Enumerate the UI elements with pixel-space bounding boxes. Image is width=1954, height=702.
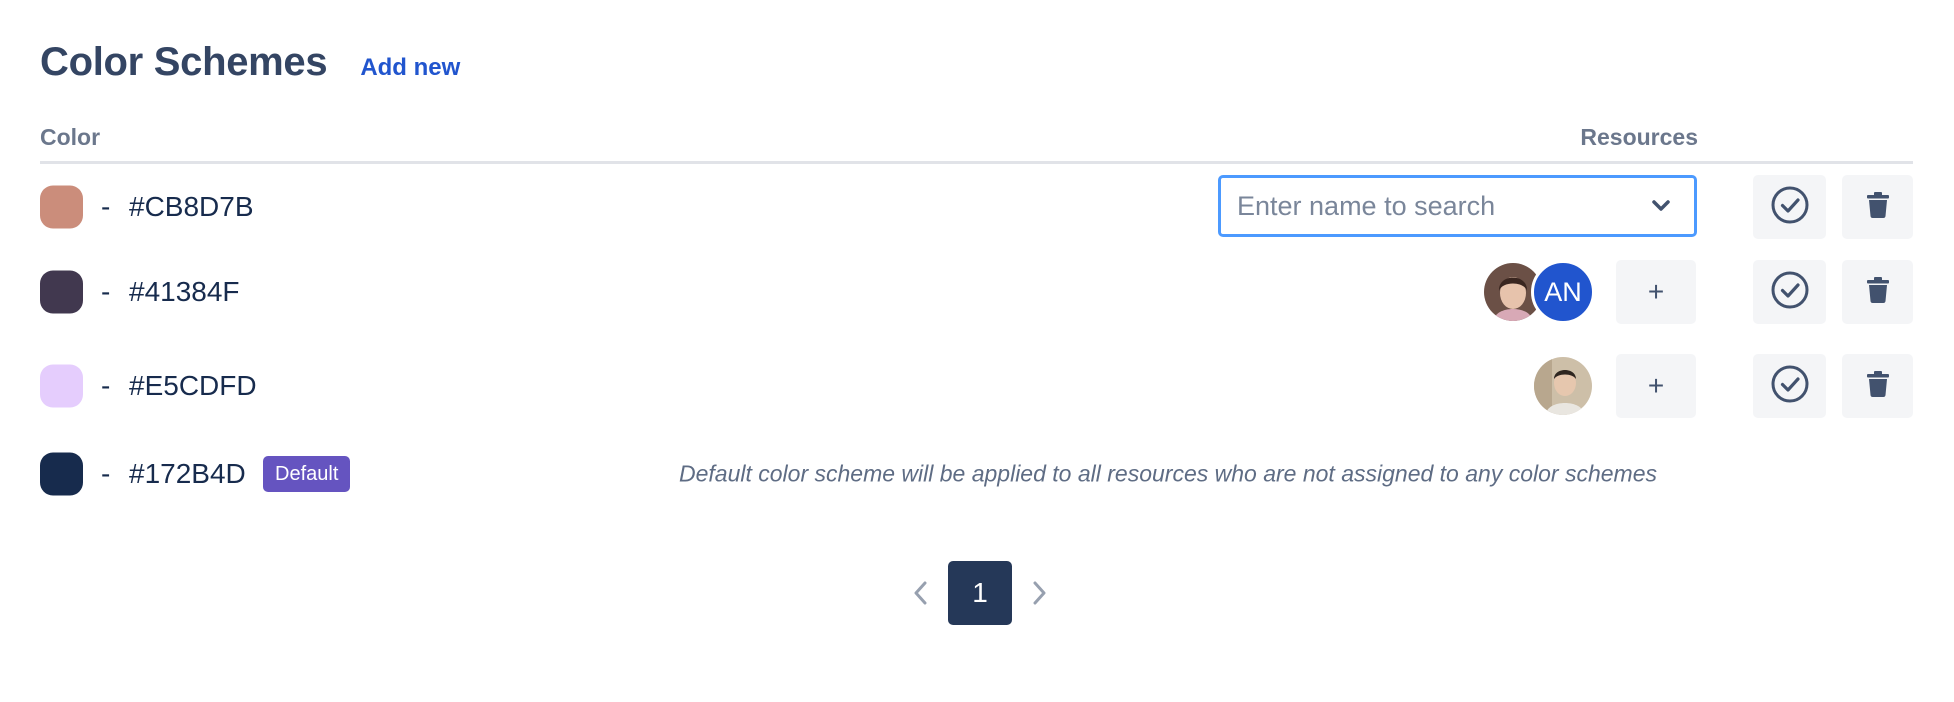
check-circle-icon bbox=[1770, 185, 1810, 230]
color-swatch bbox=[40, 185, 83, 229]
trash-icon bbox=[1866, 191, 1890, 223]
trash-icon bbox=[1866, 370, 1890, 402]
color-hex-value: #41384F bbox=[129, 276, 240, 307]
page-header: Color Schemes Add new bbox=[40, 40, 460, 85]
set-default-button[interactable] bbox=[1753, 260, 1826, 324]
resource-avatar-photo[interactable] bbox=[1531, 354, 1595, 418]
pagination: 1 bbox=[900, 561, 1060, 625]
color-swatch bbox=[40, 270, 83, 314]
color-hex-value: #172B4D bbox=[129, 458, 246, 489]
table-header-divider bbox=[40, 161, 1913, 164]
separator-dash: - bbox=[101, 370, 111, 401]
set-default-button[interactable] bbox=[1753, 354, 1826, 418]
page-number-current[interactable]: 1 bbox=[948, 561, 1012, 625]
resource-avatar-initials[interactable]: AN bbox=[1531, 260, 1595, 324]
plus-icon: + bbox=[1647, 370, 1665, 401]
default-scheme-note: Default color scheme will be applied to … bbox=[678, 460, 1657, 487]
scheme-row: - #E5CDFD + bbox=[40, 354, 1913, 418]
plus-icon: + bbox=[1647, 276, 1665, 307]
color-hex-value: #E5CDFD bbox=[129, 370, 257, 401]
chevron-left-icon[interactable] bbox=[900, 561, 940, 625]
scheme-row-default: - #172B4D Default Default color scheme w… bbox=[40, 442, 1913, 506]
color-swatch bbox=[40, 452, 83, 496]
page-title: Color Schemes bbox=[40, 40, 328, 84]
resource-search-select[interactable] bbox=[1218, 175, 1697, 237]
separator-dash: - bbox=[101, 191, 111, 222]
resource-search-input[interactable] bbox=[1237, 190, 1650, 222]
separator-dash: - bbox=[101, 276, 111, 307]
man-portrait-avatar-icon bbox=[1534, 357, 1592, 415]
scheme-row: - #41384F AN + bbox=[40, 260, 1913, 324]
set-default-button[interactable] bbox=[1753, 175, 1826, 239]
separator-dash: - bbox=[101, 458, 111, 489]
color-swatch bbox=[40, 364, 83, 408]
add-resource-button[interactable]: + bbox=[1616, 260, 1696, 324]
color-schemes-page: Color Schemes Add new Color Resources - … bbox=[0, 0, 1954, 702]
chevron-down-icon[interactable] bbox=[1650, 195, 1672, 217]
column-header-color: Color bbox=[40, 124, 101, 150]
add-new-link[interactable]: Add new bbox=[360, 54, 460, 82]
delete-button[interactable] bbox=[1842, 354, 1913, 418]
column-header-resources: Resources bbox=[1580, 124, 1698, 150]
default-badge: Default bbox=[263, 456, 351, 492]
check-circle-icon bbox=[1770, 364, 1810, 409]
chevron-right-icon[interactable] bbox=[1020, 561, 1060, 625]
scheme-row: - #CB8D7B bbox=[40, 175, 1913, 239]
delete-button[interactable] bbox=[1842, 175, 1913, 239]
color-hex-value: #CB8D7B bbox=[129, 191, 254, 222]
add-resource-button[interactable]: + bbox=[1616, 354, 1696, 418]
avatar-initials-text: AN bbox=[1544, 276, 1582, 307]
trash-icon bbox=[1866, 276, 1890, 308]
delete-button[interactable] bbox=[1842, 260, 1913, 324]
check-circle-icon bbox=[1770, 270, 1810, 315]
